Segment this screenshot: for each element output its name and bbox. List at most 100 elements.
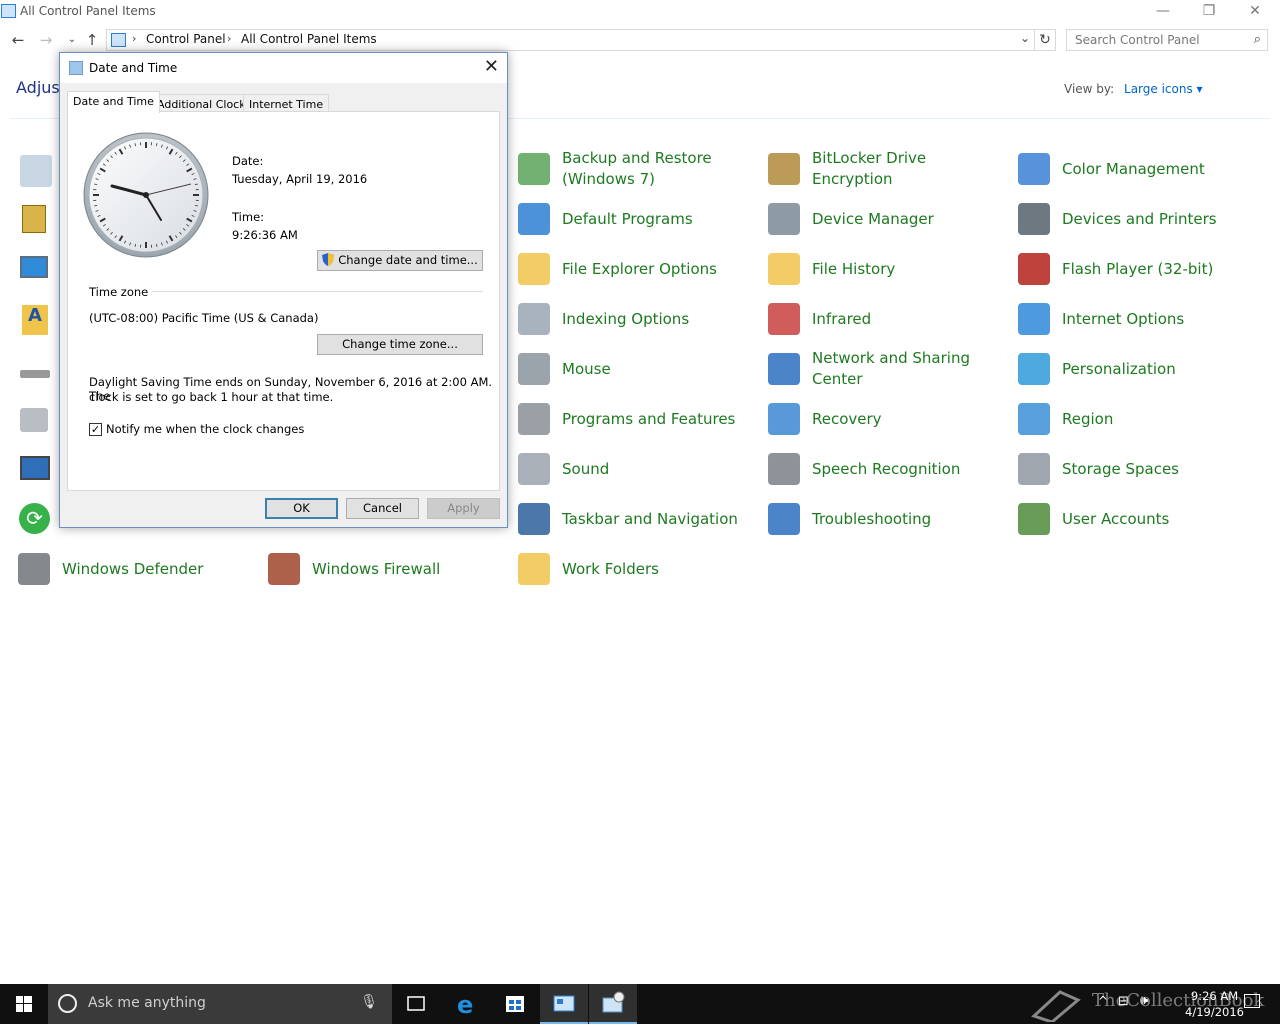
cortana-icon [58,994,77,1013]
control-panel-item[interactable]: Device Manager [768,196,1008,242]
control-panel-item[interactable]: Color Management [1018,146,1258,192]
control-panel-item-label: File History [812,259,895,280]
breadcrumb-control-panel[interactable]: Control Panel [146,32,226,46]
notify-label[interactable]: Notify me when the clock changes [106,422,304,436]
taskbar-time: 9:26 AM [1185,988,1244,1004]
autoplay-icon[interactable] [22,205,46,233]
control-panel-item[interactable]: Taskbar and Navigation [518,496,758,542]
store-button[interactable] [491,984,539,1024]
remote-app-icon[interactable] [20,456,50,480]
control-panel-item-label: Troubleshooting [812,509,931,530]
chevron-down-icon[interactable]: ⌄ [1020,31,1030,45]
control-panel-icon [111,33,126,47]
admin-tools-icon[interactable] [20,155,52,187]
control-panel-item[interactable]: Default Programs [518,196,758,242]
recovery-icon [768,403,800,435]
search-icon[interactable]: ⌕ [1254,32,1261,47]
control-panel-item-label: Work Folders [562,559,659,580]
date-time-icon [69,61,83,75]
control-panel-item[interactable]: Recovery [768,396,1008,442]
fonts-icon[interactable]: A [22,305,48,335]
control-panel-item-label: Flash Player (32-bit) [1062,259,1213,280]
control-panel-item[interactable]: File Explorer Options [518,246,758,292]
control-panel-item[interactable]: Speech Recognition [768,446,1008,492]
microphone-icon[interactable]: 🎙 [360,994,378,1010]
control-panel-item-label: Windows Firewall [312,559,440,580]
control-panel-item[interactable]: Devices and Printers [1018,196,1258,242]
edge-button[interactable]: e [443,984,491,1024]
control-panel-item-label: Storage Spaces [1062,459,1179,480]
control-panel-item[interactable]: Flash Player (32-bit) [1018,246,1258,292]
internet-options-icon [1018,303,1050,335]
network-icon[interactable]: ⊟ [1118,994,1129,1009]
recent-locations-button[interactable]: ⌄ [62,30,82,50]
search-input[interactable]: Search Control Panel ⌕ [1066,29,1268,51]
sync-center-icon[interactable]: ⟳ [19,503,50,534]
control-panel-item-label: BitLocker Drive Encryption [812,148,1008,190]
volume-icon[interactable]: 🕪 [1140,993,1148,1008]
keyboard-icon[interactable] [20,370,50,378]
firewall-icon [268,553,300,585]
date-time-taskbar-button[interactable] [589,984,637,1024]
control-panel-item-label: Speech Recognition [812,459,960,480]
close-button[interactable]: ✕ [1232,0,1278,24]
task-view-button[interactable] [392,984,440,1024]
control-panel-item[interactable]: Mouse [518,346,758,392]
ok-button[interactable]: OK [265,498,338,519]
date-value: Tuesday, April 19, 2016 [232,172,367,186]
display-icon[interactable] [20,256,48,278]
dialog-close-button[interactable]: ✕ [484,56,499,77]
change-date-time-label: Change date and time... [338,253,478,267]
minimize-button[interactable]: — [1140,0,1186,24]
control-panel-item[interactable]: Region [1018,396,1258,442]
taskbar: Ask me anything 🎙 e TheCollectionBook ^ … [0,984,1280,1024]
control-panel-taskbar-button[interactable] [540,984,588,1024]
forward-button[interactable]: → [36,30,56,50]
control-panel-item[interactable]: Indexing Options [518,296,758,342]
breadcrumb-all-items[interactable]: All Control Panel Items [241,32,377,46]
up-button[interactable]: ↑ [82,30,102,50]
show-hidden-icons-button[interactable]: ^ [1098,994,1108,1008]
change-timezone-button[interactable]: Change time zone... [317,334,483,355]
restore-button[interactable]: ❐ [1186,0,1232,24]
control-panel-item[interactable]: BitLocker Drive Encryption [768,146,1008,192]
control-panel-item[interactable]: Troubleshooting [768,496,1008,542]
control-panel-item[interactable]: Infrared [768,296,1008,342]
phone-modem-icon[interactable] [20,408,48,432]
start-button[interactable] [0,984,48,1024]
control-panel-item[interactable]: Sound [518,446,758,492]
control-panel-item[interactable]: Backup and Restore (Windows 7) [518,146,758,192]
taskbar-clock[interactable]: 9:26 AM 4/19/2016 [1185,988,1244,1020]
cortana-search-box[interactable]: Ask me anything 🎙 [48,984,392,1024]
control-panel-item[interactable]: Internet Options [1018,296,1258,342]
control-panel-item[interactable]: Windows Firewall [268,546,508,592]
tab-date-and-time[interactable]: Date and Time [67,91,160,113]
defender-icon [18,553,50,585]
timezone-value: (UTC-08:00) Pacific Time (US & Canada) [89,311,318,325]
back-button[interactable]: ← [8,30,28,50]
control-panel-item[interactable]: File History [768,246,1008,292]
notify-checkbox[interactable]: ✓ [89,423,102,436]
control-panel-item-label: Region [1062,409,1113,430]
control-panel-item[interactable]: User Accounts [1018,496,1258,542]
control-panel-item[interactable]: Storage Spaces [1018,446,1258,492]
infrared-icon [768,303,800,335]
view-by-dropdown[interactable]: Large icons ▾ [1124,82,1203,96]
control-panel-item[interactable]: Personalization [1018,346,1258,392]
apply-button[interactable]: Apply [427,498,500,519]
chevron-right-icon: › [132,32,136,45]
control-panel-item[interactable]: Programs and Features [518,396,758,442]
time-label: Time: [232,210,264,224]
storage-icon [1018,453,1050,485]
address-bar[interactable]: › Control Panel › All Control Panel Item… [106,29,1035,51]
control-panel-item[interactable]: Network and Sharing Center [768,346,1008,392]
action-center-icon[interactable] [1244,994,1260,1008]
refresh-button[interactable]: ↻ [1034,29,1056,51]
control-panel-item[interactable]: Work Folders [518,546,758,592]
control-panel-item-label: Mouse [562,359,611,380]
store-icon [491,984,539,1024]
microphone-icon [768,453,800,485]
change-date-time-button[interactable]: Change date and time... [317,250,483,271]
control-panel-item[interactable]: Windows Defender [18,546,258,592]
cancel-button[interactable]: Cancel [346,498,419,519]
